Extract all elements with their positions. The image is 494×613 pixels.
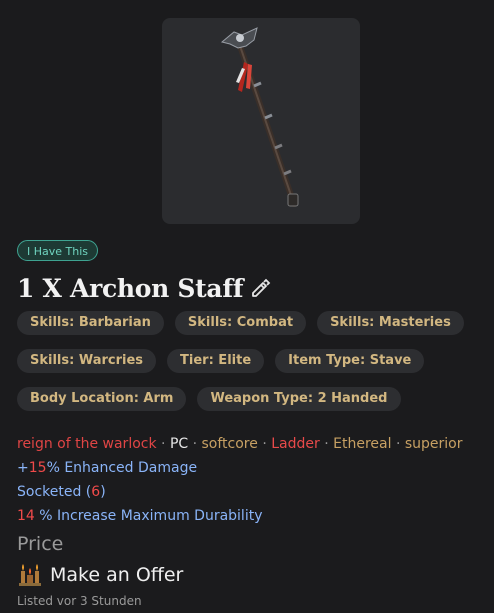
stat-value: 14: [17, 508, 35, 524]
mode-label: softcore: [201, 436, 258, 452]
stat-text: % Enhanced Damage: [46, 460, 198, 476]
offer-altar-icon: [17, 563, 43, 587]
stat-text-close: ): [100, 484, 106, 500]
item-meta-line: reign of the warlock · PC · softcore · L…: [17, 433, 462, 455]
tag-skills-warcries[interactable]: Skills: Warcries: [17, 349, 157, 373]
tag-row: Skills: Barbarian Skills: Combat Skills:…: [17, 311, 487, 335]
stat-enhanced-damage: +15% Enhanced Damage: [17, 457, 197, 479]
separator: ·: [324, 436, 329, 452]
stat-socketed: Socketed (6): [17, 481, 106, 503]
tag-skills-combat[interactable]: Skills: Combat: [174, 311, 307, 335]
tag-tier-elite[interactable]: Tier: Elite: [167, 349, 265, 373]
stat-text: % Increase Maximum Durability: [34, 508, 263, 524]
item-tags: Skills: Barbarian Skills: Combat Skills:…: [17, 311, 487, 425]
stat-value: 6: [91, 484, 101, 500]
pencil-icon[interactable]: [249, 277, 271, 299]
item-title-row: 1 X Archon Staff: [17, 270, 271, 306]
stat-value: 15: [28, 460, 47, 476]
tag-weapon-type-2-handed[interactable]: Weapon Type: 2 Handed: [197, 387, 401, 411]
listed-timestamp: Listed vor 3 Stunden: [17, 594, 142, 608]
tag-body-location-arm[interactable]: Body Location: Arm: [17, 387, 187, 411]
separator: ·: [161, 436, 166, 452]
i-have-this-badge[interactable]: I Have This: [17, 240, 99, 261]
quality-label: superior: [404, 436, 463, 452]
ethereal-label: Ethereal: [333, 436, 392, 452]
platform-label: PC: [169, 436, 189, 452]
archon-staff-icon: [220, 27, 299, 207]
season-label: reign of the warlock: [17, 436, 157, 452]
stat-text: Socketed (: [17, 484, 92, 500]
stat-durability: 14 % Increase Maximum Durability: [17, 505, 262, 527]
make-offer-label: Make an Offer: [50, 564, 184, 586]
stat-prefix: +: [17, 460, 29, 476]
ladder-label: Ladder: [271, 436, 320, 452]
tag-skills-masteries[interactable]: Skills: Masteries: [317, 311, 464, 335]
item-image-frame: [162, 18, 360, 224]
tag-row: Skills: Warcries Tier: Elite Item Type: …: [17, 349, 487, 373]
tag-row: Body Location: Arm Weapon Type: 2 Handed: [17, 387, 487, 411]
make-offer-button[interactable]: Make an Offer: [17, 562, 183, 588]
price-label: Price: [17, 533, 64, 555]
tag-skills-barbarian[interactable]: Skills: Barbarian: [17, 311, 164, 335]
tag-item-type-stave[interactable]: Item Type: Stave: [275, 349, 425, 373]
item-detail-page: I Have This 1 X Archon Staff Skills: Bar…: [0, 0, 494, 613]
separator: ·: [192, 436, 198, 452]
item-title: 1 X Archon Staff: [17, 273, 244, 303]
separator: ·: [395, 436, 401, 452]
separator: ·: [262, 436, 267, 452]
